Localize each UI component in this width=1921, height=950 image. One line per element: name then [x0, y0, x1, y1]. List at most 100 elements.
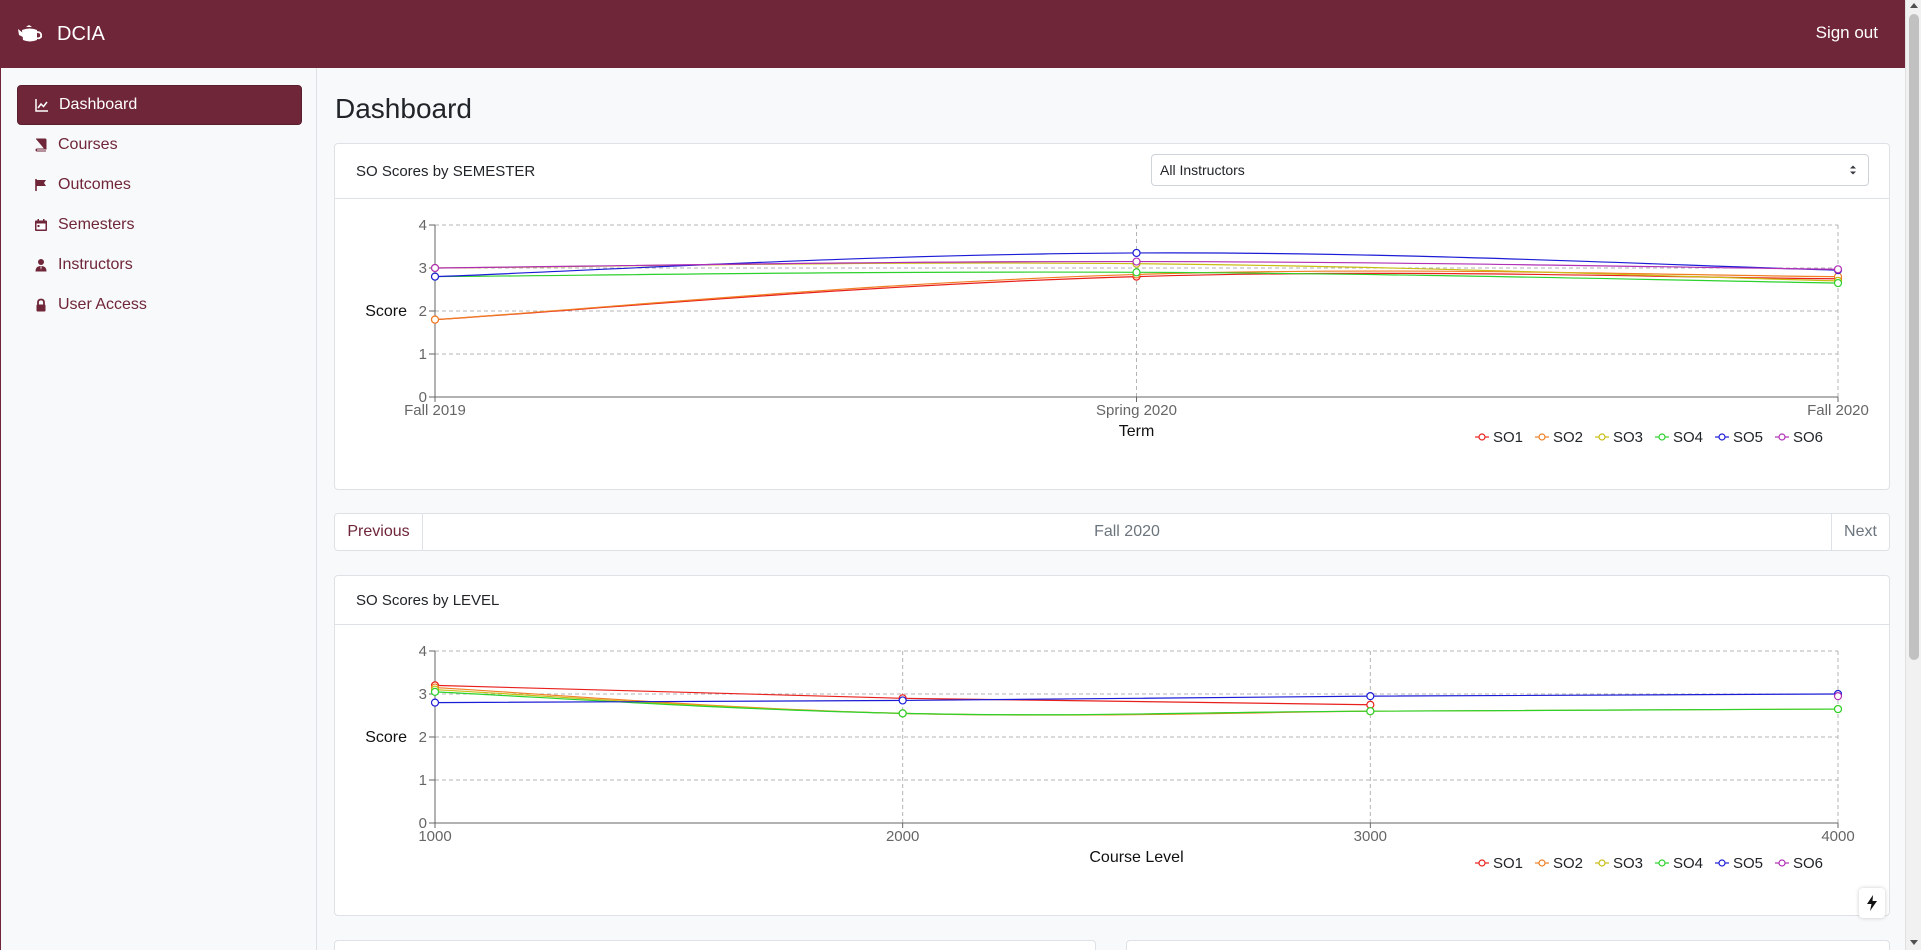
y-tick-label: 2 — [419, 303, 427, 320]
data-point-so5 — [430, 698, 440, 707]
sidebar-item-label: Semesters — [58, 216, 135, 233]
calendar-icon — [35, 219, 47, 231]
legend-label-so3: SO3 — [1613, 429, 1643, 446]
top-navbar: DCIA Sign out — [0, 0, 1905, 68]
scroll-down-arrow-icon[interactable] — [1910, 940, 1918, 945]
quick-action-button[interactable] — [1859, 888, 1885, 918]
bolt-icon — [1867, 895, 1877, 911]
legend-label-so1: SO1 — [1493, 855, 1523, 872]
main-content: Dashboard SO Scores by SEMESTER All Inst… — [318, 68, 1905, 950]
y-axis-label: Score — [365, 729, 407, 746]
sidebar-item-label: Instructors — [58, 256, 133, 273]
x-tick-label: 2000 — [886, 828, 919, 845]
scrollbar-thumb[interactable] — [1909, 14, 1919, 660]
data-point-so5 — [898, 696, 907, 705]
legend-label-so2: SO2 — [1553, 429, 1583, 446]
legend-marker — [1538, 859, 1546, 867]
x-axis-label: Course Level — [1089, 849, 1183, 866]
semester-pager: Previous Fall 2020 Next — [334, 513, 1890, 551]
select-arrows-icon — [1850, 165, 1856, 175]
teapot-logo-icon — [18, 25, 43, 42]
flag-icon — [35, 179, 46, 191]
legend-marker — [1718, 859, 1726, 867]
data-point-so4 — [1132, 268, 1141, 277]
x-tick-label: 4000 — [1821, 828, 1854, 845]
bottom-right-card — [1126, 940, 1890, 950]
data-point-so4 — [898, 709, 907, 718]
legend-marker — [1598, 433, 1606, 441]
page-scrollbar[interactable] — [1905, 0, 1921, 950]
card-title: SO Scores by SEMESTER — [356, 162, 536, 180]
chart-line-icon — [35, 99, 48, 112]
x-axis-label: Term — [1119, 423, 1155, 440]
sidebar-item-dashboard[interactable]: Dashboard — [17, 85, 302, 125]
data-point-so6 — [1132, 257, 1141, 266]
data-point-so5 — [1366, 692, 1375, 701]
semester-line-chart: 01234Fall 2019 Spring 2020 Fall 2020ScoreT… — [365, 217, 1869, 446]
y-tick-label: 2 — [419, 729, 427, 746]
instructor-select[interactable]: All Instructors — [1151, 154, 1869, 186]
legend-marker — [1598, 859, 1606, 867]
sidebar-nav: Dashboard Courses Outcomes Semesters Ins… — [17, 85, 302, 325]
data-point-so4 — [1833, 704, 1843, 714]
card-header: SO Scores by SEMESTER All Instructors — [335, 144, 1889, 199]
legend-label-so6: SO6 — [1793, 429, 1823, 446]
y-tick-label: 3 — [419, 260, 427, 277]
previous-button[interactable]: Previous — [335, 514, 423, 550]
legend-label-so6: SO6 — [1793, 855, 1823, 872]
level-chart-card: SO Scores by LEVEL 0 1 2 3 4 1000 2000 3000 4000… — [334, 575, 1890, 916]
legend-label-so1: SO1 — [1493, 429, 1523, 446]
semester-chart-card: SO Scores by SEMESTER All Instructors 01… — [334, 143, 1890, 490]
x-tick-label: Spring 2020 — [1096, 402, 1177, 419]
series-line-so3 — [434, 689, 1839, 716]
legend-marker — [1778, 859, 1786, 867]
sidebar-item-label: Courses — [58, 136, 118, 153]
page-title: Dashboard — [335, 93, 472, 124]
brand-name: DCIA — [57, 22, 105, 45]
legend-marker — [1478, 859, 1486, 867]
sidebar-item-outcomes[interactable]: Outcomes — [17, 165, 302, 205]
user-tie-icon — [35, 259, 47, 272]
bottom-left-card — [334, 940, 1096, 950]
y-axis-label: Score — [365, 303, 407, 320]
legend-label-so5: SO5 — [1733, 855, 1763, 872]
data-point-so2 — [430, 315, 440, 324]
legend-marker — [1478, 433, 1486, 441]
x-tick-label: 3000 — [1354, 828, 1387, 845]
sign-out-link[interactable]: Sign out — [1816, 23, 1878, 43]
legend-label-so3: SO3 — [1613, 855, 1643, 872]
y-tick-label: 4 — [419, 217, 427, 234]
y-tick-label: 1 — [419, 772, 427, 789]
y-tick-label: 4 — [419, 643, 427, 660]
level-line-chart: 012341000 2000 3000 4000ScoreCourse Level SO… — [365, 643, 1854, 872]
sidebar-item-courses[interactable]: Courses — [17, 125, 302, 165]
y-tick-label: 3 — [419, 686, 427, 703]
legend-marker — [1658, 859, 1666, 867]
brand[interactable]: DCIA — [17, 23, 105, 46]
card-title: SO Scores by LEVEL — [356, 591, 500, 609]
legend-label-so4: SO4 — [1673, 429, 1703, 446]
y-tick-label: 1 — [419, 346, 427, 363]
data-point-so5 — [430, 272, 440, 281]
sidebar: Dashboard Courses Outcomes Semesters Ins… — [0, 68, 317, 950]
sidebar-item-user-access[interactable]: User Access — [17, 285, 302, 325]
data-point-so6 — [1833, 265, 1843, 274]
sidebar-item-instructors[interactable]: Instructors — [17, 245, 302, 285]
next-button[interactable]: Next — [1831, 514, 1889, 550]
legend-label-so2: SO2 — [1553, 855, 1583, 872]
data-point-so4 — [1366, 707, 1375, 716]
instructor-select-value: All Instructors — [1160, 162, 1245, 178]
legend-marker — [1538, 433, 1546, 441]
data-point-so6 — [1833, 692, 1843, 701]
legend-label-so5: SO5 — [1733, 429, 1763, 446]
book-icon — [35, 138, 47, 152]
data-point-so4 — [1833, 278, 1843, 288]
scroll-up-arrow-icon[interactable] — [1910, 3, 1918, 8]
lock-icon — [36, 298, 46, 312]
sidebar-item-label: Outcomes — [58, 176, 131, 193]
current-semester-label: Fall 2020 — [1094, 523, 1160, 540]
legend-marker — [1778, 433, 1786, 441]
legend-marker — [1658, 433, 1666, 441]
sidebar-item-label: User Access — [58, 296, 147, 313]
sidebar-item-semesters[interactable]: Semesters — [17, 205, 302, 245]
